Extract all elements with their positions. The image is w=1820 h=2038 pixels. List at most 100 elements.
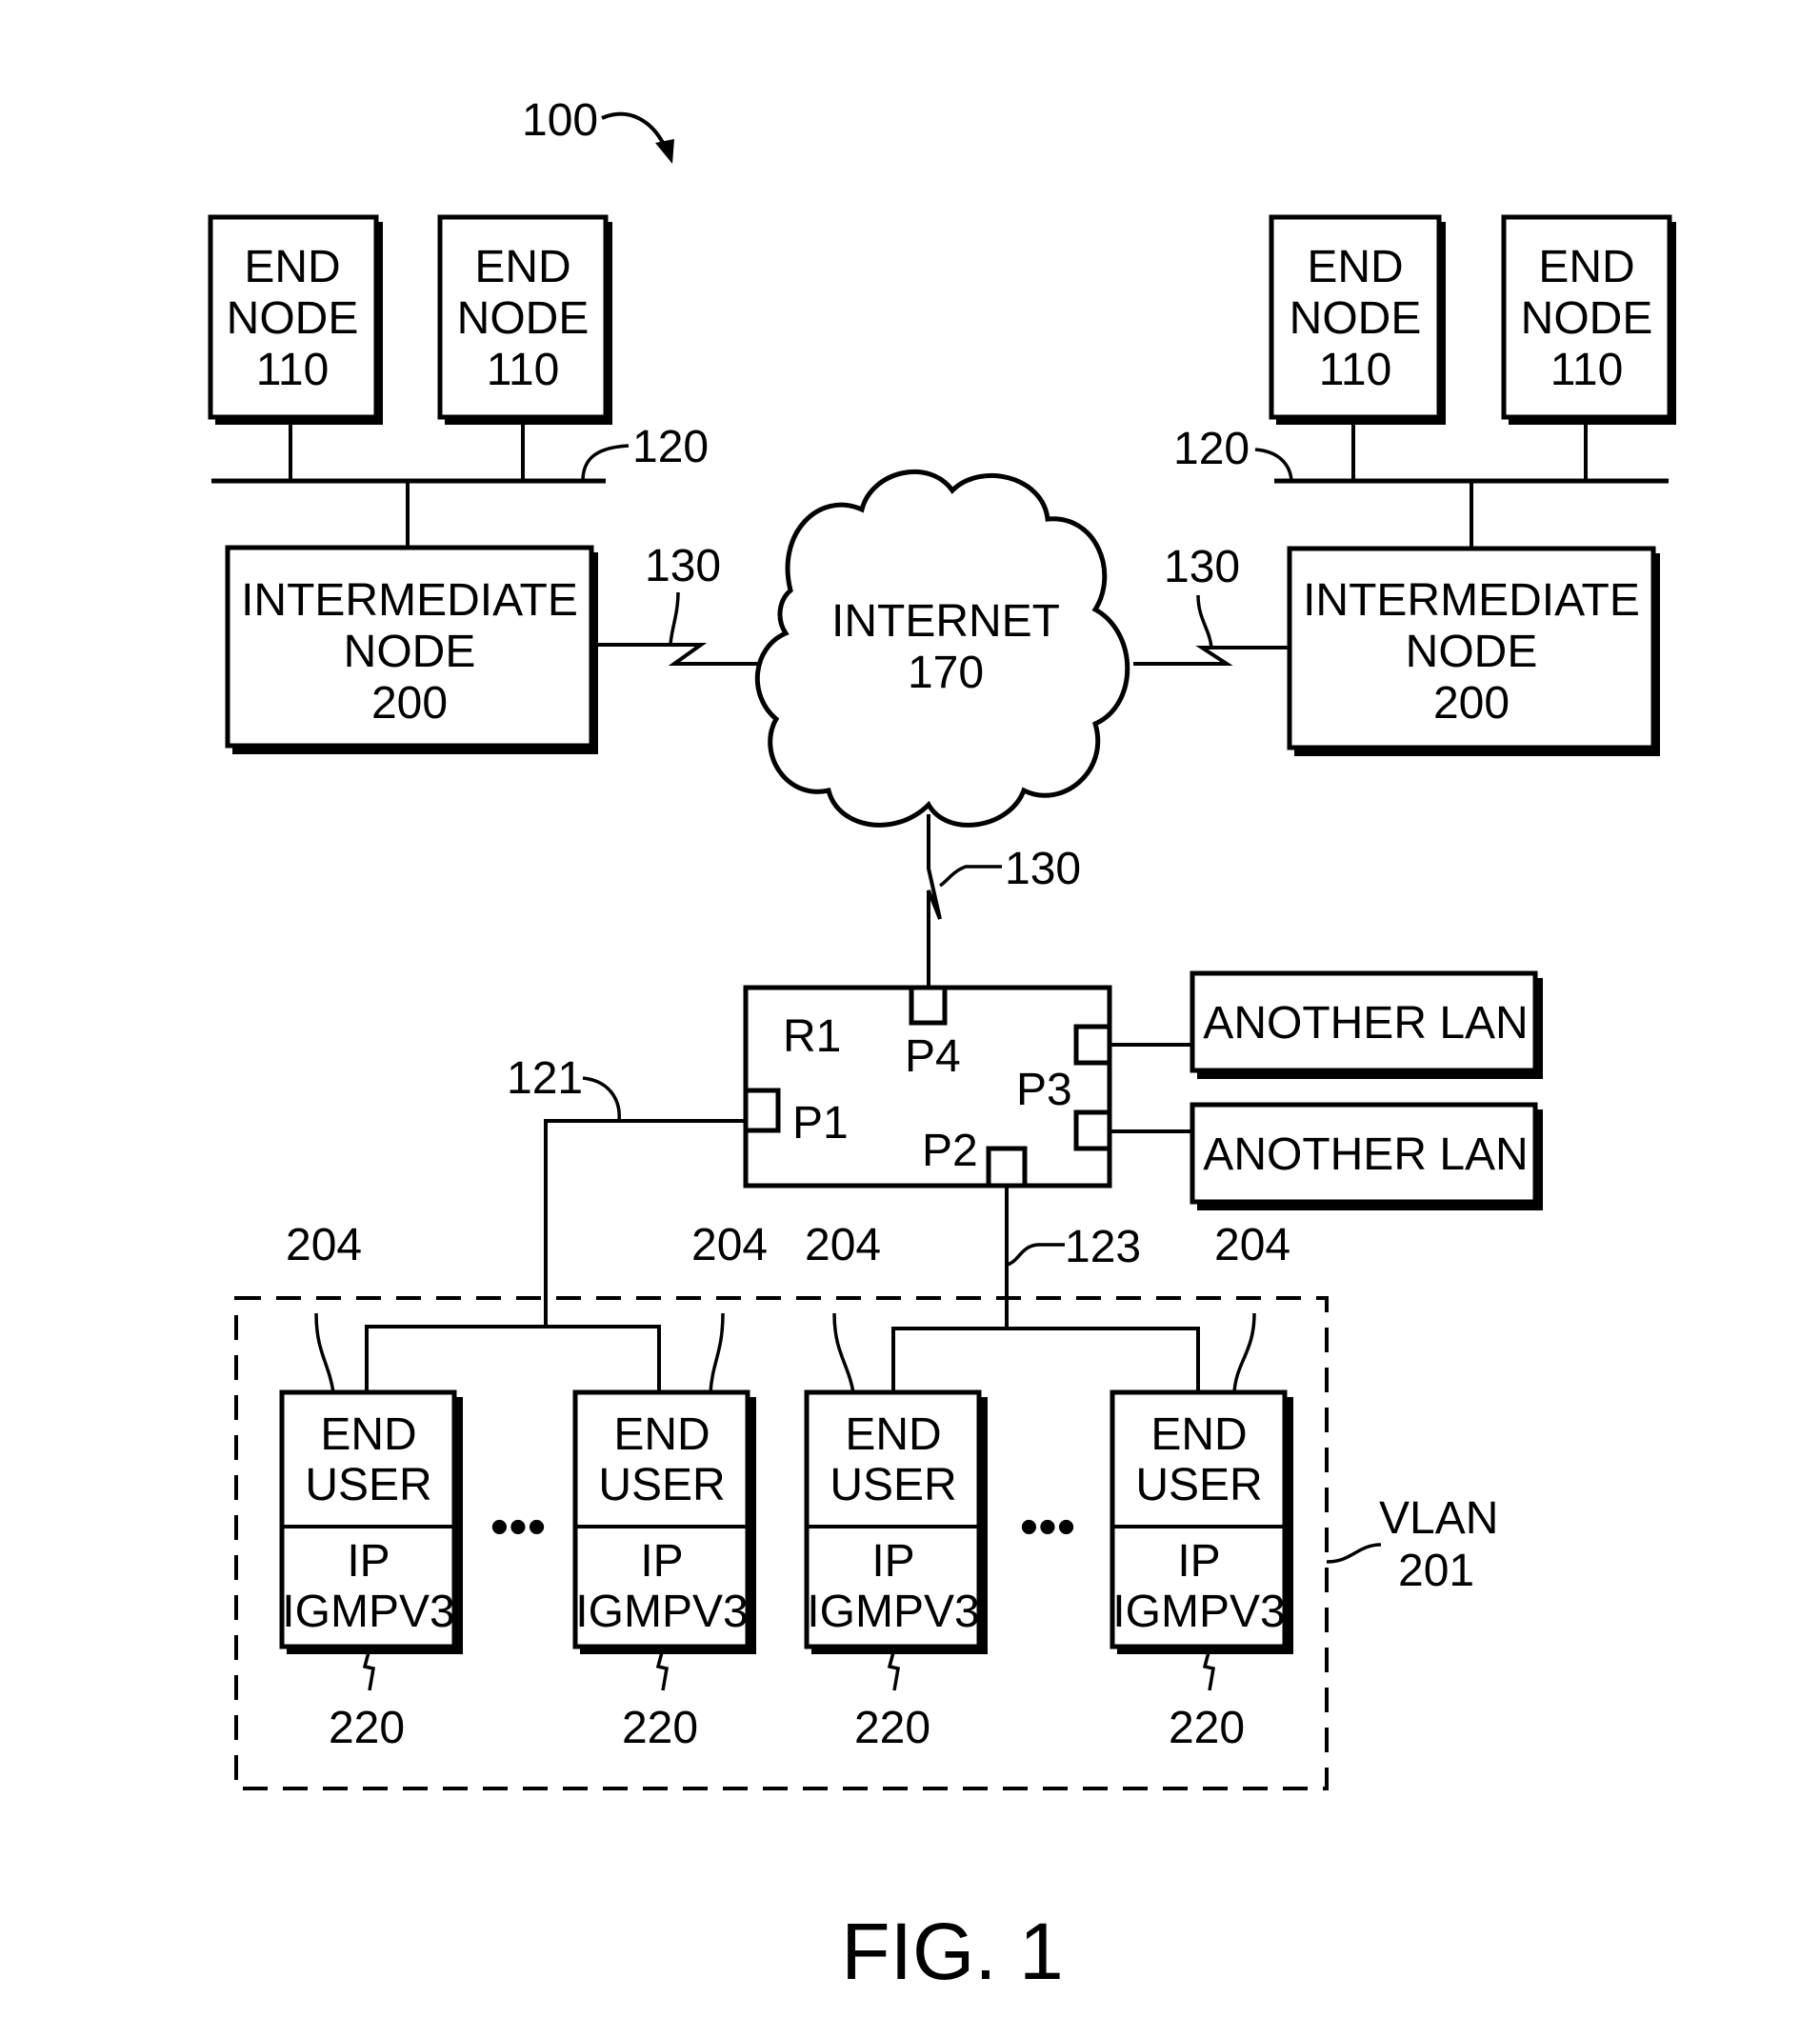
end-node-label-line1: END <box>474 242 570 292</box>
segment-ref-label: 121 <box>507 1053 583 1104</box>
stack-leader-line <box>655 1651 670 1691</box>
end-user-label-line1: END <box>1150 1409 1247 1460</box>
port-p3-lower <box>1073 1109 1112 1151</box>
intermediate-node-label-line2: NODE <box>344 627 476 677</box>
bus-leader-line <box>581 444 630 482</box>
intermediate-node-box: INTERMEDIATE NODE 200 <box>225 545 598 754</box>
port-leader-line <box>1232 1312 1256 1393</box>
another-lan-label: ANOTHER LAN <box>1203 998 1528 1049</box>
link-leader-line <box>938 865 1002 888</box>
port-p3-upper <box>1073 1024 1112 1066</box>
port-p4-label: P4 <box>905 1031 961 1082</box>
internet-cloud: INTERNET 170 <box>754 469 1130 828</box>
segment-branch <box>365 1325 661 1392</box>
end-node-ref: 110 <box>1550 345 1624 395</box>
port-p4 <box>909 985 948 1026</box>
wan-link <box>1133 646 1290 666</box>
port-p2 <box>986 1146 1028 1189</box>
vlan-leader-line <box>1326 1543 1382 1564</box>
end-node-label-line1: END <box>1307 242 1403 292</box>
end-user-box: END USER IP IGMPV3 <box>279 1389 463 1654</box>
port-p1-label: P1 <box>792 1098 849 1149</box>
router-label: R1 <box>783 1011 841 1062</box>
bus-ref-label: 120 <box>632 422 709 472</box>
end-node-box: END NODE 110 <box>437 214 612 425</box>
end-user-label-line2: USER <box>1135 1460 1262 1510</box>
end-user-label-line3: IP <box>871 1536 914 1587</box>
end-user-label-line1: END <box>613 1409 710 1460</box>
port-leader-line <box>709 1312 725 1393</box>
another-lan-label: ANOTHER LAN <box>1203 1129 1528 1180</box>
stack-ref-label: 220 <box>329 1703 405 1753</box>
segment-leader-line <box>582 1076 621 1122</box>
intermediate-node-label-line1: INTERMEDIATE <box>241 575 578 626</box>
end-node-label-line2: NODE <box>1521 293 1653 344</box>
port-p2-label: P2 <box>922 1126 978 1176</box>
segment-leader-line <box>1006 1243 1065 1267</box>
end-node-label-line1: END <box>1538 242 1634 292</box>
end-user-label-line2: USER <box>305 1460 431 1510</box>
stack-leader-line <box>1202 1651 1216 1691</box>
another-lan-box: ANOTHER LAN <box>1190 1102 1543 1210</box>
link-ref-label: 130 <box>645 541 721 591</box>
wan-link <box>927 814 942 988</box>
link-leader-line <box>1196 594 1213 649</box>
end-node-box: END NODE 110 <box>1501 214 1676 425</box>
port-ref-label: 204 <box>286 1220 362 1270</box>
intermediate-node-label-line2: NODE <box>1406 627 1538 677</box>
end-user-label-line4: IGMPV3 <box>807 1587 979 1637</box>
vlan-label: VLAN <box>1379 1493 1498 1544</box>
end-node-label-line1: END <box>244 242 340 292</box>
segment-branch <box>891 1327 1200 1392</box>
intermediate-node-label-line1: INTERMEDIATE <box>1303 575 1640 626</box>
end-user-label-line1: END <box>845 1409 941 1460</box>
intermediate-node-ref: 200 <box>1433 678 1510 729</box>
bus-ref-label: 120 <box>1173 424 1250 474</box>
router-box: R1 P4 P3 P1 P2 <box>743 985 1112 1189</box>
port-ref-label: 204 <box>691 1220 768 1270</box>
stack-leader-line <box>887 1651 901 1691</box>
port-leader-line <box>832 1312 855 1393</box>
link-leader-line <box>669 591 680 646</box>
end-user-label-line2: USER <box>598 1460 725 1510</box>
end-node-box: END NODE 110 <box>208 214 383 425</box>
end-node-ref: 110 <box>256 345 330 395</box>
bus-leader-line <box>1254 448 1293 482</box>
link-ref-label: 130 <box>1164 542 1240 592</box>
stack-leader-line <box>362 1651 376 1691</box>
end-user-label-line3: IP <box>640 1536 683 1587</box>
figure-caption: FIG. 1 <box>841 1907 1063 1996</box>
end-user-label-line3: IP <box>1177 1536 1220 1587</box>
link-ref-label: 130 <box>1005 844 1081 894</box>
figure-reference-arrow <box>601 111 669 151</box>
end-user-box: END USER IP IGMPV3 <box>1110 1389 1293 1654</box>
end-user-label-line1: END <box>320 1409 416 1460</box>
wan-link <box>595 643 773 666</box>
end-user-label-line2: USER <box>830 1460 956 1510</box>
ellipsis-icon: ••• <box>490 1496 547 1556</box>
port-p3-label: P3 <box>1016 1065 1072 1115</box>
segment-ref-label: 123 <box>1065 1222 1141 1272</box>
end-node-box: END NODE 110 <box>1269 214 1446 425</box>
network-diagram: 100 END NODE 110 END NODE 110 120 INTERM… <box>208 95 1676 1996</box>
another-lan-box: ANOTHER LAN <box>1190 970 1543 1079</box>
intermediate-node-box: INTERMEDIATE NODE 200 <box>1287 546 1660 756</box>
end-node-label-line2: NODE <box>1290 293 1422 344</box>
port-leader-line <box>314 1312 335 1393</box>
stack-ref-label: 220 <box>622 1703 698 1753</box>
stack-ref-label: 220 <box>854 1703 930 1753</box>
vlan-ref: 201 <box>1398 1546 1474 1596</box>
end-node-ref: 110 <box>1319 345 1392 395</box>
internet-ref: 170 <box>908 648 984 698</box>
port-p1 <box>743 1088 781 1133</box>
end-user-label-line3: IP <box>347 1536 390 1587</box>
end-user-box: END USER IP IGMPV3 <box>572 1389 756 1654</box>
figure-reference-label: 100 <box>522 95 598 146</box>
internet-label: INTERNET <box>831 596 1060 647</box>
end-node-label-line2: NODE <box>227 293 359 344</box>
end-user-box: END USER IP IGMPV3 <box>804 1389 988 1654</box>
end-user-label-line4: IGMPV3 <box>575 1587 748 1637</box>
end-node-label-line2: NODE <box>457 293 590 344</box>
arrow-head-icon <box>655 139 674 164</box>
port-ref-label: 204 <box>805 1220 881 1270</box>
